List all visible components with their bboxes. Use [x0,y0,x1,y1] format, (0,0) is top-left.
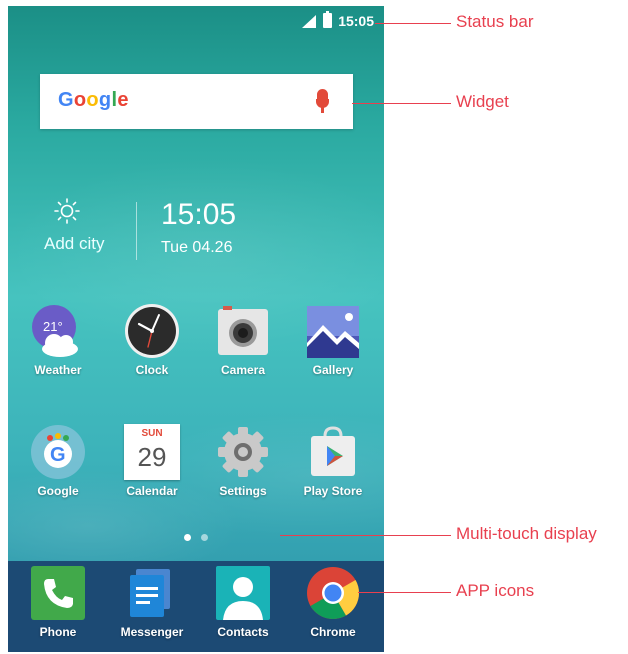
app-label: Calendar [126,484,178,498]
app-clock[interactable]: Clock [107,303,197,393]
weather-clock-widget[interactable]: Add city 15:05 Tue 04.26 [8,196,384,276]
calendar-day: 29 [137,442,167,472]
messenger-icon [130,569,170,617]
camera-icon [218,306,268,355]
google-search-widget[interactable]: Google [40,74,353,129]
app-label: Chrome [310,625,356,639]
clock-date: Tue 04.26 [161,239,233,256]
svg-text:G: G [50,444,66,466]
clock-icon [125,304,179,358]
app-label: Weather [34,363,82,377]
widget-divider [136,202,137,260]
app-play-store[interactable]: Play Store [288,424,378,514]
battery-icon [323,11,332,28]
phone-icon [31,566,85,620]
dock-contacts[interactable]: Contacts [198,565,288,652]
app-gallery[interactable]: Gallery [288,303,378,393]
app-calendar[interactable]: SUN 29 Calendar [107,424,197,514]
app-settings[interactable]: Settings [198,424,288,514]
app-camera[interactable]: Camera [198,303,288,393]
phone-screen: 15:05 Google Add city 15:05 Tue 04.26 21… [8,6,384,652]
app-google[interactable]: G Google [13,424,103,514]
clock-time: 15:05 [161,198,237,231]
annotation-line-widget [352,103,451,104]
annotation-multi-touch: Multi-touch display [456,524,597,543]
app-label: Phone [39,625,77,639]
signal-icon [302,15,316,28]
dock: Phone Messenger Contacts Chrome [8,561,384,652]
page-indicator [184,534,214,542]
google-logo: Google [58,89,129,111]
settings-icon [218,427,268,477]
dock-chrome[interactable]: Chrome [288,565,378,652]
sun-icon [54,198,80,224]
app-label: Settings [219,484,267,498]
app-label: Clock [135,363,169,377]
weather-icon: 21° [32,305,78,357]
app-label: Messenger [120,625,184,639]
status-time: 15:05 [338,13,374,29]
app-row-1: 21° Weather Clock Camera Gallery [8,303,384,393]
calendar-month: SUN [141,428,163,439]
page-dot-active [184,534,191,541]
dock-messenger[interactable]: Messenger [107,565,197,652]
gallery-icon [307,306,359,358]
add-city-label[interactable]: Add city [44,234,104,254]
page-dot [201,534,208,541]
app-label: Play Store [303,484,363,498]
calendar-icon: SUN 29 [124,424,180,480]
annotation-line-app-icons [358,592,451,593]
annotation-widget: Widget [456,92,509,111]
annotation-line-multi-touch [280,535,451,536]
weather-temp: 21° [43,319,63,334]
status-bar: 15:05 [8,6,384,34]
annotation-line-status-bar [375,23,451,24]
annotation-app-icons: APP icons [456,581,535,600]
app-label: Google [37,484,79,498]
google-app-icon: G [31,425,85,479]
annotation-status-bar: Status bar [456,12,534,31]
mic-icon[interactable] [316,89,329,113]
chrome-icon [307,567,359,619]
app-label: Gallery [312,363,354,377]
app-label: Contacts [217,625,269,639]
play-store-icon [311,426,355,476]
contacts-icon [216,566,270,620]
app-label: Camera [220,363,266,377]
app-weather[interactable]: 21° Weather [13,303,103,393]
app-row-2: G Google SUN 29 Calendar Settings Play S… [8,424,384,514]
dock-phone[interactable]: Phone [13,565,103,652]
